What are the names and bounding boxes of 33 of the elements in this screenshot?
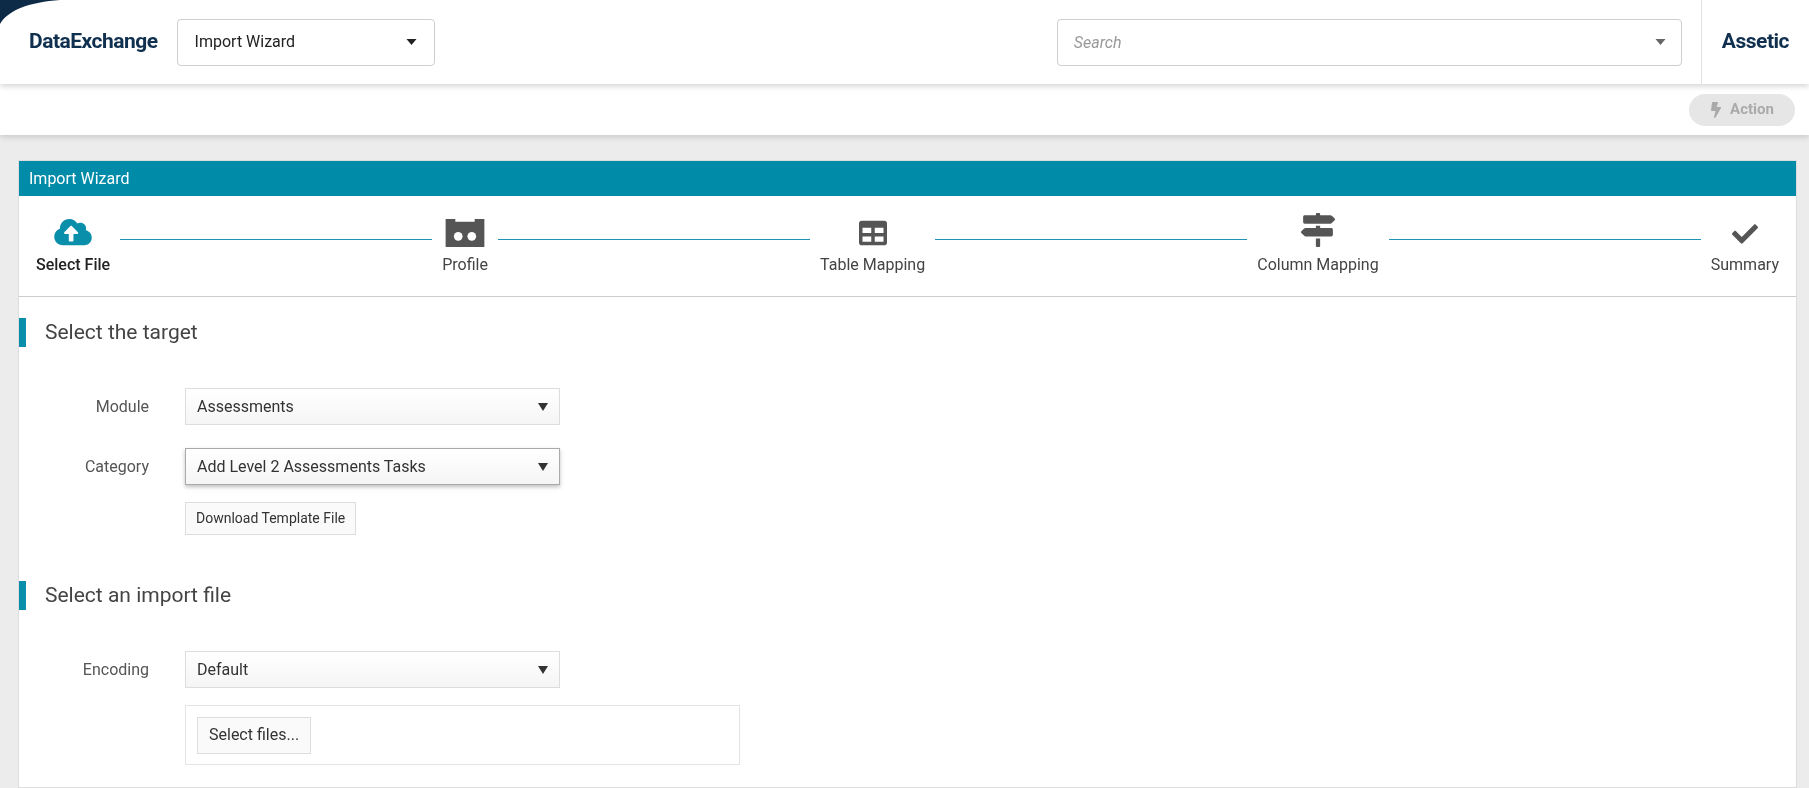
page-dropdown[interactable]: Import Wizard bbox=[176, 18, 435, 66]
field-label: Category bbox=[83, 455, 149, 478]
caret-icon bbox=[538, 462, 548, 471]
signpost-icon bbox=[1300, 213, 1335, 247]
wizard-step[interactable]: Profile bbox=[442, 213, 488, 277]
wizard-step[interactable]: Column Mapping bbox=[1257, 213, 1379, 277]
caret-icon bbox=[538, 402, 548, 411]
caret-icon bbox=[405, 39, 417, 45]
section-heading: Select the target bbox=[45, 318, 198, 346]
field-label: Module bbox=[94, 395, 149, 418]
checkmark-icon bbox=[1729, 221, 1760, 247]
download-template-button[interactable]: Download Template File bbox=[185, 502, 357, 535]
field-label: Encoding bbox=[81, 658, 149, 681]
section-accent-bar bbox=[19, 581, 26, 610]
section-accent-bar bbox=[19, 318, 26, 347]
caret-icon bbox=[1654, 38, 1666, 45]
select-dropdown[interactable]: Default bbox=[185, 651, 560, 688]
table-icon bbox=[856, 219, 889, 247]
select-files-button[interactable]: Select files... bbox=[197, 716, 312, 754]
wizard-step[interactable]: Summary bbox=[1710, 213, 1779, 277]
section-heading: Select an import file bbox=[45, 581, 232, 609]
wizard-step[interactable]: Select File bbox=[36, 213, 111, 277]
lightning-icon bbox=[1710, 101, 1723, 118]
search-field[interactable]: Search bbox=[1056, 18, 1682, 66]
box-circles-icon bbox=[445, 216, 486, 247]
wizard-step[interactable]: Table Mapping bbox=[820, 213, 926, 277]
brand-name: Assetic bbox=[1721, 28, 1789, 56]
panel-title: Import Wizard bbox=[29, 167, 130, 190]
cloud-upload-icon bbox=[54, 217, 93, 247]
select-dropdown[interactable]: Assessments bbox=[185, 388, 560, 425]
caret-icon bbox=[538, 665, 548, 674]
select-dropdown[interactable]: Add Level 2 Assessments Tasks bbox=[185, 448, 560, 485]
app-title: DataExchange bbox=[29, 28, 158, 56]
